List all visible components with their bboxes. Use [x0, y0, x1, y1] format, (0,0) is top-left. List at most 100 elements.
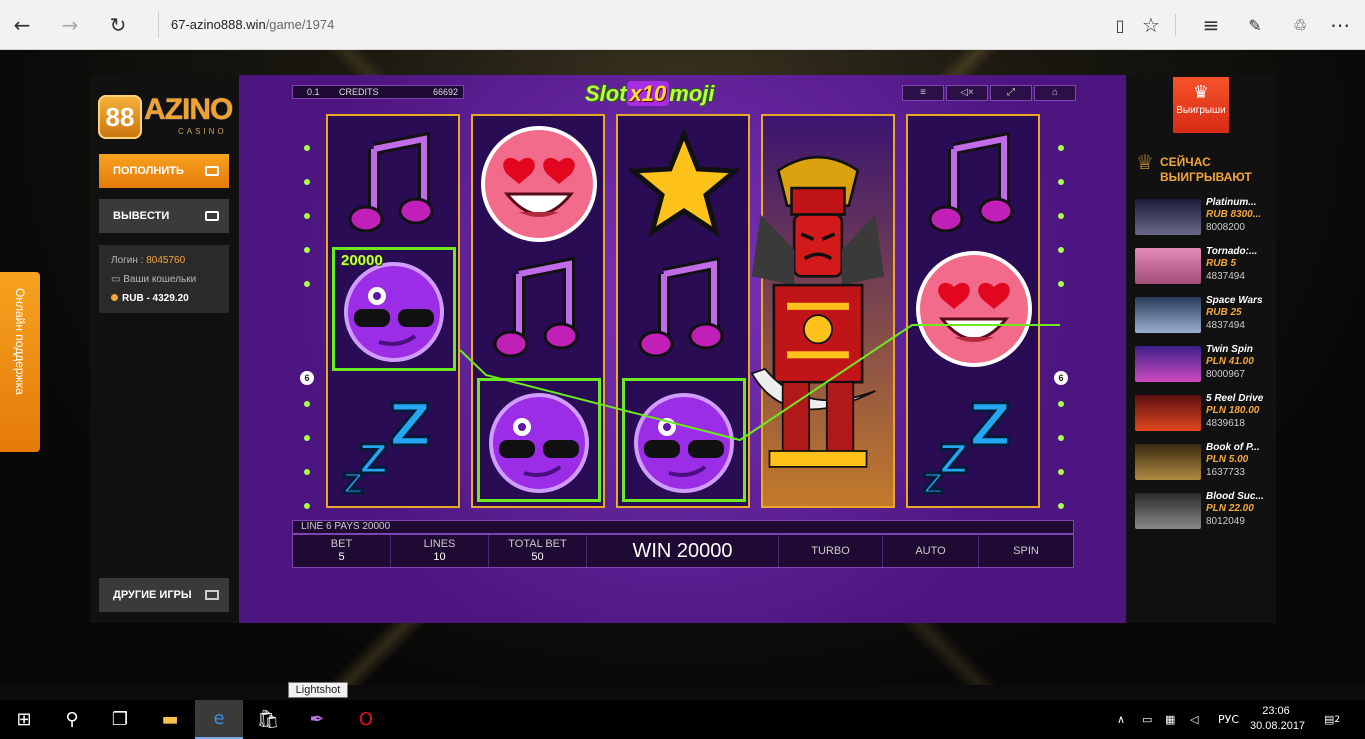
more-icon[interactable]: ⋯ — [1326, 11, 1354, 39]
volume-icon[interactable]: ◁ — [1190, 700, 1198, 739]
game-thumbnail — [1135, 248, 1201, 284]
login-label: Логин : — [111, 255, 144, 266]
task-view-icon[interactable]: ❐ — [96, 700, 144, 739]
slot-game[interactable]: 0.1 CREDITS 66692 Slot x10 moji ≡ ◁× ⤢ ⌂ 6… — [240, 75, 1126, 623]
favorite-star-icon[interactable]: ☆ — [1137, 11, 1165, 39]
winner-amount: RUB 5 — [1206, 258, 1237, 269]
wallets-link[interactable]: ▭ Ваши кошельки — [111, 270, 217, 289]
refresh-icon[interactable]: ↻ — [104, 11, 132, 39]
now-title-line2: ВЫИГРЫВАЮТ — [1160, 170, 1252, 184]
total-bet-value: 50 — [531, 551, 544, 563]
notification-count: 2 — [1334, 714, 1341, 725]
winner-amount: RUB 25 — [1206, 307, 1242, 318]
total-bet-label: TOTAL BET — [508, 538, 567, 550]
logo-badge: 88 — [98, 95, 142, 139]
wins-badge-label: Выигрыши — [1176, 105, 1226, 116]
winner-item[interactable]: Twin Spin PLN 41.00 8000967 — [1135, 344, 1270, 388]
other-games-label: ДРУГИЕ ИГРЫ — [113, 589, 192, 601]
url-path: /game/1974 — [265, 17, 335, 32]
logo-subtext: CASINO — [178, 127, 227, 136]
winner-amount: PLN 180.00 — [1206, 405, 1260, 416]
winner-item[interactable]: Blood Suc... PLN 22.00 8012049 — [1135, 491, 1270, 535]
back-arrow-icon[interactable]: ← — [8, 11, 36, 39]
search-icon[interactable]: ⚲ — [48, 700, 96, 739]
bet-control[interactable]: BET 5 — [293, 535, 391, 567]
lines-control[interactable]: LINES 10 — [391, 535, 489, 567]
lines-value: 10 — [433, 551, 446, 563]
store-icon[interactable]: 🛍 — [244, 700, 292, 739]
other-games-button[interactable]: ДРУГИЕ ИГРЫ — [99, 578, 229, 612]
support-label: Онлайн поддержка — [13, 288, 27, 395]
game-thumbnail — [1135, 444, 1201, 480]
left-sidebar: 88 AZINO CASINO ПОПОЛНИТЬ ВЫВЕСТИ Логин … — [90, 75, 240, 623]
clock-date: 30.08.2017 — [1250, 720, 1306, 732]
windows-start-icon[interactable]: ⊞ — [0, 700, 48, 739]
spin-button[interactable]: SPIN — [979, 535, 1073, 567]
winner-game: Space Wars — [1206, 295, 1263, 306]
web-note-icon[interactable]: ✎ — [1241, 11, 1269, 39]
game-thumbnail — [1135, 199, 1201, 235]
account-info: Логин : 8045760 ▭ Ваши кошельки RUB - 43… — [99, 245, 229, 313]
share-icon[interactable]: ♲ — [1286, 11, 1314, 39]
turbo-button[interactable]: TURBO — [779, 535, 883, 567]
trophy-icon: ♕ — [1136, 152, 1154, 174]
lightshot-feather-icon[interactable]: ✒ — [293, 700, 341, 739]
game-thumbnail — [1135, 346, 1201, 382]
network-icon[interactable]: ▦ — [1165, 700, 1175, 739]
url-host: 67-azino888.win — [171, 17, 266, 32]
reading-view-icon[interactable]: ▯ — [1106, 11, 1134, 39]
forward-arrow-icon[interactable]: → — [56, 11, 84, 39]
winner-item[interactable]: Platinum... RUB 8300... 8008200 — [1135, 197, 1270, 241]
winner-id: 8012049 — [1206, 516, 1245, 527]
winner-item[interactable]: Tornado:... RUB 5 4837494 — [1135, 246, 1270, 290]
logo-text: AZINO — [144, 93, 233, 126]
winner-id: 1637733 — [1206, 467, 1245, 478]
winner-item[interactable]: 5 Reel Drive PLN 180.00 4839618 — [1135, 393, 1270, 437]
online-support-tab[interactable]: Онлайн поддержка — [0, 272, 40, 452]
now-title-line1: СЕЙЧАС — [1160, 155, 1211, 169]
bet-label: BET — [330, 538, 353, 550]
file-explorer-icon[interactable]: ▬ — [146, 700, 194, 739]
winner-item[interactable]: Space Wars RUB 25 4837494 — [1135, 295, 1270, 339]
lines-label: LINES — [423, 538, 456, 550]
deposit-label: ПОПОЛНИТЬ — [113, 165, 184, 177]
gamepad-icon — [205, 590, 219, 600]
address-bar[interactable]: 67-azino888.win/game/1974 — [158, 12, 1058, 38]
auto-label: AUTO — [915, 545, 946, 557]
winner-amount: PLN 22.00 — [1206, 503, 1254, 514]
edge-browser-icon[interactable]: e — [195, 700, 243, 739]
winner-game: Tornado:... — [1206, 246, 1258, 257]
winner-game: Platinum... — [1206, 197, 1257, 208]
withdraw-button[interactable]: ВЫВЕСТИ — [99, 199, 229, 233]
winner-game: Book of P... — [1206, 442, 1260, 453]
opera-icon[interactable]: O — [342, 700, 390, 739]
winner-id: 4837494 — [1206, 271, 1245, 282]
winner-id: 4837494 — [1206, 320, 1245, 331]
crown-icon: ♛ — [1192, 82, 1210, 102]
winner-amount: PLN 41.00 — [1206, 356, 1254, 367]
browser-toolbar: ← → ↻ 67-azino888.win/game/1974 ▯ ☆ ≡ ✎ … — [0, 0, 1365, 50]
hub-icon[interactable]: ≡ — [1197, 11, 1225, 39]
azino-logo[interactable]: 88 AZINO CASINO — [98, 89, 233, 147]
windows-taskbar: ⊞ ⚲ ❐ ▬ e 🛍 ✒ O ∧ ▭ ▦ ◁ РУС 23:06 30.08.… — [0, 700, 1365, 739]
bet-value: 5 — [338, 551, 345, 563]
winner-game: 5 Reel Drive — [1206, 393, 1264, 404]
line-pays-info: LINE 6 PAYS 20000 — [292, 520, 1074, 534]
total-bet-display: TOTAL BET 50 — [489, 535, 587, 567]
lightshot-tooltip: Lightshot — [288, 682, 348, 698]
coin-icon — [111, 294, 118, 301]
tray-chevron-icon[interactable]: ∧ — [1117, 700, 1125, 739]
clock[interactable]: 23:06 30.08.2017 — [1250, 704, 1306, 734]
game-thumbnail — [1135, 395, 1201, 431]
deposit-button[interactable]: ПОПОЛНИТЬ — [99, 154, 229, 188]
game-thumbnail — [1135, 297, 1201, 333]
winner-item[interactable]: Book of P... PLN 5.00 1637733 — [1135, 442, 1270, 486]
notifications-icon[interactable]: ▤ 2 — [1324, 700, 1340, 739]
language-indicator[interactable]: РУС — [1218, 700, 1239, 739]
winner-game: Blood Suc... — [1206, 491, 1264, 502]
auto-button[interactable]: AUTO — [883, 535, 979, 567]
winner-amount: RUB 8300... — [1206, 209, 1262, 220]
battery-icon[interactable]: ▭ — [1142, 700, 1152, 739]
winner-id: 8008200 — [1206, 222, 1245, 233]
wins-badge[interactable]: ♛ Выигрыши — [1173, 77, 1229, 133]
